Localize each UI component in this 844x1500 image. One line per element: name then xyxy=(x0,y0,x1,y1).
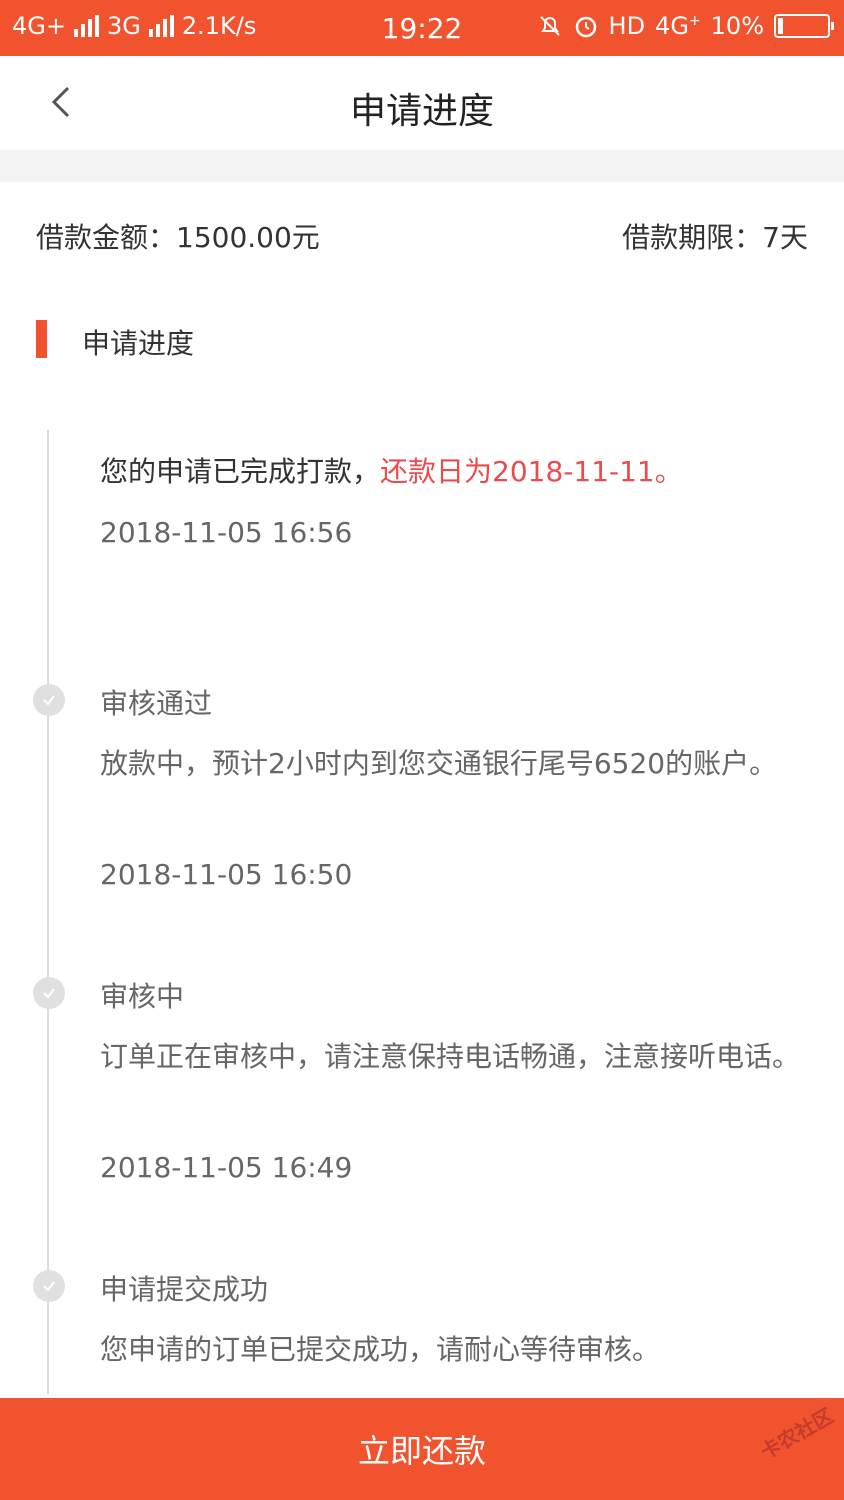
step-time: 2018-11-05 16:50 xyxy=(100,858,353,891)
step-title: 申请提交成功 xyxy=(100,1273,269,1306)
repay-now-button[interactable]: 立即还款 xyxy=(0,1398,844,1500)
step-title: 审核中 xyxy=(100,980,185,1013)
step-description: 放款中，预计2小时内到您交通银行尾号6520的账户。 xyxy=(100,747,778,780)
divider-band xyxy=(0,150,844,182)
page-title: 申请进度 xyxy=(349,91,494,132)
nav-bar: 申请进度 xyxy=(0,56,844,150)
repayment-date-text: 还款日为2018-11-11。 xyxy=(380,455,683,488)
amount-value: 1500.00元 xyxy=(176,221,320,254)
loan-term: 借款期限：7天 xyxy=(622,216,808,256)
step-time: 2018-11-05 16:49 xyxy=(100,1151,353,1184)
hd-label: HD xyxy=(608,12,646,40)
battery-icon xyxy=(774,14,834,38)
term-label: 借款期限： xyxy=(622,221,763,254)
amount-label: 借款金额： xyxy=(36,221,177,254)
step-description: 订单正在审核中，请注意保持电话畅通，注意接听电话。 xyxy=(100,1040,801,1073)
check-circle-icon xyxy=(33,977,65,1009)
check-circle-icon xyxy=(33,1270,65,1302)
section-title: 申请进度 xyxy=(82,327,195,360)
alarm-icon xyxy=(575,16,596,38)
timeline-line xyxy=(47,430,49,1394)
loan-summary: 借款金额：1500.00元 借款期限：7天 xyxy=(0,182,844,288)
step-description-main: 您的申请已完成打款， xyxy=(100,455,381,488)
status-bar: 4G+ 3G 2.1K/s 19:22 HD 4G+ 10% xyxy=(0,0,844,56)
status-right: HD 4G+ 10% xyxy=(537,12,834,40)
bell-off-icon xyxy=(539,16,560,36)
check-circle-icon xyxy=(33,684,65,716)
step-description: 您申请的订单已提交成功，请耐心等待审核。 xyxy=(100,1333,661,1366)
battery-percent: 10% xyxy=(710,12,764,40)
term-value: 7天 xyxy=(762,221,808,254)
section-accent-bar xyxy=(36,320,47,358)
step-time: 2018-11-05 16:56 xyxy=(100,516,353,549)
section-header: 申请进度 xyxy=(0,318,844,360)
network-type-3: 4G+ xyxy=(655,12,701,40)
loan-amount: 借款金额：1500.00元 xyxy=(36,216,320,256)
step-description: 您的申请已完成打款，还款日为2018-11-11。 xyxy=(100,450,810,494)
step-title: 审核通过 xyxy=(100,687,213,720)
